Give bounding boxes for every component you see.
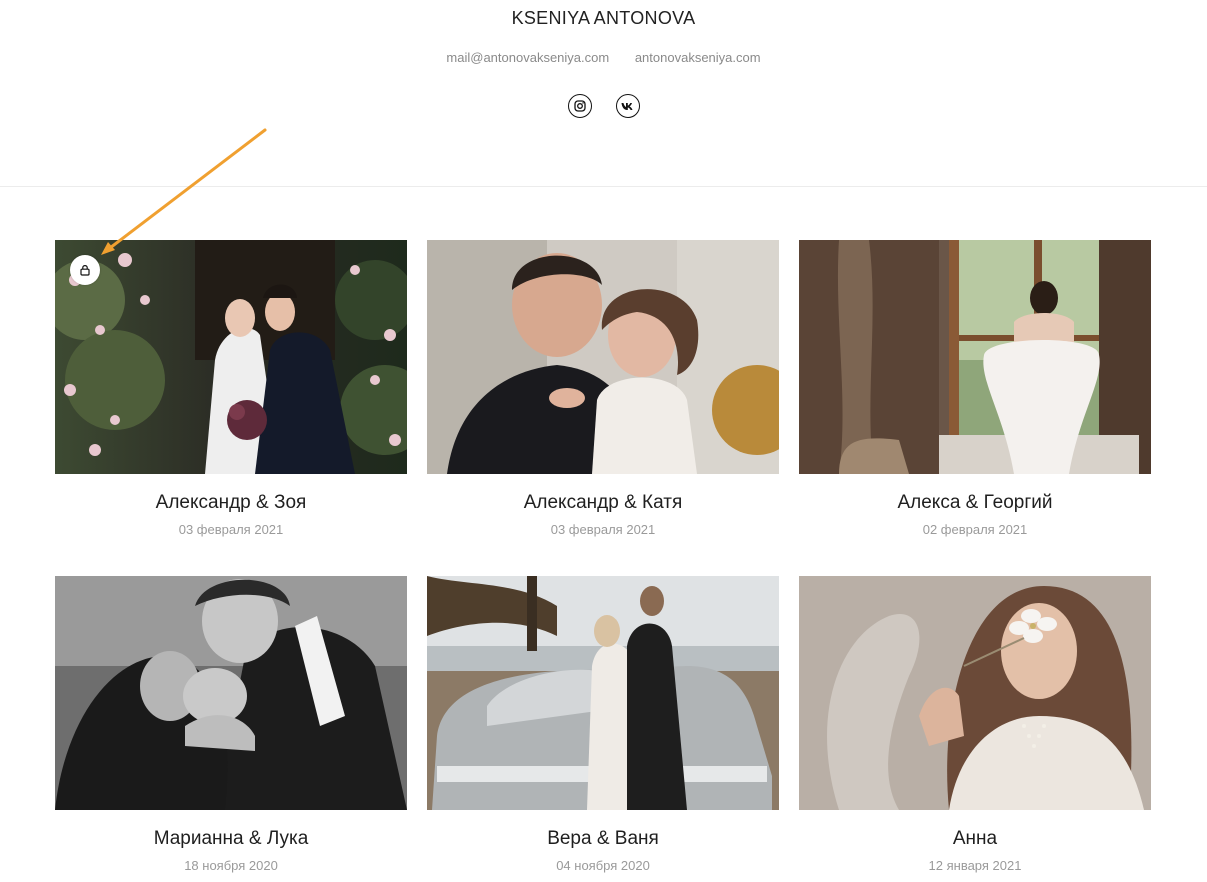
header-divider	[0, 186, 1207, 187]
card-title[interactable]: Александр & Катя	[427, 491, 779, 515]
gallery-photo[interactable]	[427, 240, 779, 474]
instagram-link[interactable]	[567, 94, 592, 118]
gallery-card[interactable]: Вера & Ваня 04 ноября 2020	[427, 576, 779, 874]
gallery-photo[interactable]	[799, 576, 1151, 810]
card-date: 12 января 2021	[928, 858, 1022, 873]
gallery-photo[interactable]	[55, 240, 407, 474]
gallery-card[interactable]: Марианна & Лука 18 ноября 2020	[55, 576, 407, 874]
gallery-photo[interactable]	[799, 240, 1151, 474]
instagram-icon	[573, 100, 586, 112]
lock-icon	[80, 265, 90, 276]
site-title[interactable]: KSENIYA ANTONOVA	[0, 8, 1207, 29]
card-date: 03 февраля 2021	[550, 522, 656, 537]
card-title[interactable]: Вера & Ваня	[427, 827, 779, 851]
card-title[interactable]: Марианна & Лука	[55, 827, 407, 851]
gallery-photo[interactable]	[427, 576, 779, 810]
card-title[interactable]: Алекса & Георгий	[799, 491, 1151, 515]
lock-badge[interactable]	[70, 255, 100, 285]
card-date: 04 ноября 2020	[556, 858, 650, 873]
gallery-card[interactable]: Анна 12 января 2021	[799, 576, 1151, 874]
contacts: mail@antonovakseniya.com antonovakseniya…	[0, 50, 1207, 65]
gallery-card[interactable]: Александр & Зоя 03 февраля 2021	[55, 240, 407, 538]
gallery-photo[interactable]	[55, 576, 407, 810]
card-date: 02 февраля 2021	[922, 522, 1028, 537]
email-link[interactable]: mail@antonovakseniya.com	[446, 50, 609, 65]
site-header: KSENIYA ANTONOVA mail@antonovakseniya.co…	[0, 0, 1207, 186]
gallery-card[interactable]: Алекса & Георгий 02 февраля 2021	[799, 240, 1151, 538]
website-link[interactable]: antonovakseniya.com	[635, 50, 761, 65]
card-title[interactable]: Анна	[799, 827, 1151, 851]
vk-icon	[621, 102, 633, 110]
card-date: 03 февраля 2021	[178, 522, 284, 537]
vk-link[interactable]	[615, 94, 640, 118]
card-date: 18 ноября 2020	[184, 858, 278, 873]
gallery-card[interactable]: Александр & Катя 03 февраля 2021	[427, 240, 779, 538]
card-title[interactable]: Александр & Зоя	[55, 491, 407, 515]
social-links	[0, 94, 1207, 118]
